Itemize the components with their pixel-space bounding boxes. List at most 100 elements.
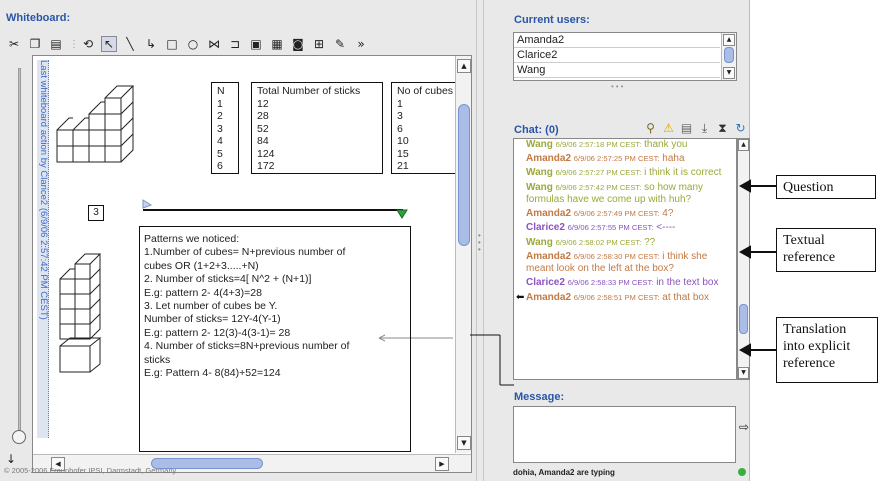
connector-tool-icon[interactable]: ↳ <box>143 36 159 52</box>
pattern-line: E.g: Pattern 4- 8(84)+52=124 <box>144 367 281 380</box>
chat-scrollbar[interactable]: ▲ ▼ <box>737 138 750 380</box>
chat-scroll-down[interactable]: ▼ <box>738 367 749 379</box>
users-scroll-down[interactable]: ▼ <box>723 67 735 79</box>
chat-timestamp: 6/9/06 2:58:02 PM CEST: <box>555 237 642 247</box>
chat-message[interactable]: Amanda2 6/9/06 2:57:25 PM CEST: haha <box>517 153 732 165</box>
chat-toolbar: ⚲ ⚠ ▤ ⤓ ⧗ ↻ <box>644 121 747 136</box>
user-row[interactable]: Clarice2 <box>514 48 720 63</box>
warning-icon[interactable]: ⚠ <box>662 121 675 136</box>
n-column-box[interactable]: N 1 2 3 4 5 6 <box>211 82 239 174</box>
chat-timestamp: 6/9/06 2:57:55 PM CEST: <box>567 223 654 233</box>
chat-timestamp: 6/9/06 2:57:18 PM CEST: <box>555 140 642 149</box>
print-icon[interactable]: ▤ <box>680 121 693 136</box>
pointer-select-icon[interactable]: ↖ <box>101 36 117 52</box>
current-users-list[interactable]: Amanda2 Clarice2 Wang ▲ ▼ <box>513 32 737 81</box>
send-icon[interactable]: ⇨ <box>739 420 749 434</box>
user-row[interactable]: Amanda2 <box>514 33 720 48</box>
chat-message[interactable]: Wang 6/9/06 2:57:42 PM CEST: so how many… <box>517 182 732 207</box>
reference-arrow-icon: ⬅ <box>516 291 525 303</box>
chat-timestamp: 6/9/06 2:58:33 PM CEST: <box>567 278 654 288</box>
chat-timestamp: 6/9/06 2:58:51 PM CEST: <box>573 292 660 302</box>
divider-grip[interactable]: • • • <box>478 232 481 254</box>
copy-icon[interactable]: ❐ <box>27 36 43 52</box>
chat-text: thank you <box>644 139 688 150</box>
refresh-icon[interactable]: ↻ <box>734 121 747 136</box>
scroll-thumb[interactable] <box>458 104 470 246</box>
copyright-text: © 2005-2006 Fraunhofer IPSI, Darmstadt, … <box>4 466 177 475</box>
chat-message[interactable]: Clarice2 6/9/06 2:57:55 PM CEST: <---- <box>517 222 732 234</box>
patterns-textbox[interactable]: Patterns we noticed: 1.Number of cubes= N… <box>139 226 411 452</box>
user-row[interactable]: Wang <box>514 63 720 78</box>
whiteboard-canvas[interactable]: Last whiteboard action by Clarice2 (6/9/… <box>32 55 472 473</box>
pattern-line: E.g: pattern 2- 4(4+3)=28 <box>144 286 262 299</box>
chat-author: Clarice2 <box>526 277 565 289</box>
ellipse-tool-icon[interactable]: ○ <box>185 36 201 52</box>
chat-scroll-thumb[interactable] <box>739 304 748 334</box>
line-tool-icon[interactable]: ╲ <box>122 36 138 52</box>
grid-tool-icon[interactable]: ⊞ <box>311 36 327 52</box>
chat-message[interactable]: Wang 6/9/06 2:57:18 PM CEST: thank you <box>517 139 732 151</box>
chat-author: Clarice2 <box>526 222 565 234</box>
zoom-slider-knob[interactable] <box>12 430 26 444</box>
hourglass-icon[interactable]: ⧗ <box>716 121 729 136</box>
chat-message[interactable]: Amanda2 6/9/06 2:57:49 PM CEST: 4? <box>517 208 732 220</box>
users-scroll-up[interactable]: ▲ <box>723 34 735 46</box>
chat-text: at that box <box>662 291 709 303</box>
chat-timestamp: 6/9/06 2:57:27 PM CEST: <box>555 168 642 178</box>
chat-message[interactable]: Amanda2 6/9/06 2:58:30 PM CEST: i think … <box>517 251 732 276</box>
rectangle-tool-icon[interactable]: □ <box>164 36 180 52</box>
pen-tool-icon[interactable]: ✎ <box>332 36 348 52</box>
chat-message[interactable]: ⬅ Amanda2 6/9/06 2:58:51 PM CEST: at that… <box>516 291 732 304</box>
chat-author: Amanda2 <box>526 250 572 262</box>
current-users-title: Current users: <box>514 14 590 26</box>
chat-message[interactable]: Wang 6/9/06 2:58:02 PM CEST: ?? <box>517 237 732 249</box>
whiteboard-title: Whiteboard: <box>6 12 71 24</box>
chat-panel: Wang 6/9/06 2:57:18 PM CEST: thank you Am… <box>513 138 750 380</box>
lasso-select-icon[interactable]: ⟲ <box>80 36 96 52</box>
scissors-icon[interactable]: ✂ <box>6 36 22 52</box>
canvas-vertical-scrollbar[interactable]: ▲ ▼ <box>455 56 471 453</box>
paste-icon[interactable]: ▤ <box>48 36 64 52</box>
reference-tool-icon[interactable]: ⊐ <box>227 36 243 52</box>
chat-timestamp: 6/9/06 2:57:25 PM CEST: <box>573 154 660 164</box>
chat-timestamp: 6/9/06 2:57:42 PM CEST: <box>555 182 642 192</box>
users-scrollbar[interactable]: ▲ ▼ <box>721 33 736 80</box>
chat-author: Amanda2 <box>526 291 572 303</box>
chat-author: Wang <box>526 236 553 248</box>
zoom-slider[interactable] <box>8 62 30 450</box>
chat-message-list[interactable]: Wang 6/9/06 2:57:18 PM CEST: thank you Am… <box>513 138 737 380</box>
chat-author: Wang <box>526 139 553 150</box>
scroll-down-button[interactable]: ▼ <box>457 436 471 450</box>
camera-tool-icon[interactable]: ◙ <box>290 36 306 52</box>
sticks-column-box[interactable]: Total Number of sticks 12 28 52 84 124 1… <box>251 82 383 174</box>
scroll-up-button[interactable]: ▲ <box>457 59 471 73</box>
figure-number-box[interactable]: 3 <box>88 205 104 221</box>
arrow-down-icon[interactable]: ↓ <box>6 452 16 466</box>
chat-author: Amanda2 <box>526 208 572 220</box>
connection-status-dot <box>738 468 746 476</box>
annotation-translation: Translation into explicit reference <box>776 317 878 383</box>
annotation-question: Question <box>776 175 876 199</box>
chat-text: ?? <box>644 236 656 248</box>
chat-text: i think it is correct <box>644 167 722 179</box>
chat-timestamp: 6/9/06 2:58:30 PM CEST: <box>573 251 660 261</box>
panel-divider[interactable]: • • • <box>476 0 484 481</box>
pattern-line: E.g: pattern 2- 12(3)-4(3-1)= 28 <box>144 326 291 339</box>
search-icon[interactable]: ⚲ <box>644 121 657 136</box>
chat-message[interactable]: Wang 6/9/06 2:57:27 PM CEST: i think it … <box>517 167 732 179</box>
zoom-slider-track <box>18 68 21 436</box>
chat-message[interactable]: Clarice2 6/9/06 2:58:33 PM CEST: in the … <box>517 277 732 289</box>
textbox-tool-icon[interactable]: ▣ <box>248 36 264 52</box>
chat-scroll-up[interactable]: ▲ <box>738 139 749 151</box>
message-input[interactable] <box>513 406 736 463</box>
link-tool-icon[interactable]: ⋈ <box>206 36 222 52</box>
image-tool-icon[interactable]: ▦ <box>269 36 285 52</box>
users-scroll-thumb[interactable] <box>724 47 734 63</box>
scroll-right-button[interactable]: ▶ <box>435 457 449 471</box>
more-tools-icon[interactable]: » <box>353 36 369 52</box>
download-icon[interactable]: ⤓ <box>698 121 711 136</box>
users-resize-grip[interactable]: ••• <box>611 82 625 91</box>
chat-title: Chat: (0) <box>514 124 559 136</box>
chat-text: in the text box <box>656 277 719 289</box>
chat-text: 4? <box>662 208 674 220</box>
